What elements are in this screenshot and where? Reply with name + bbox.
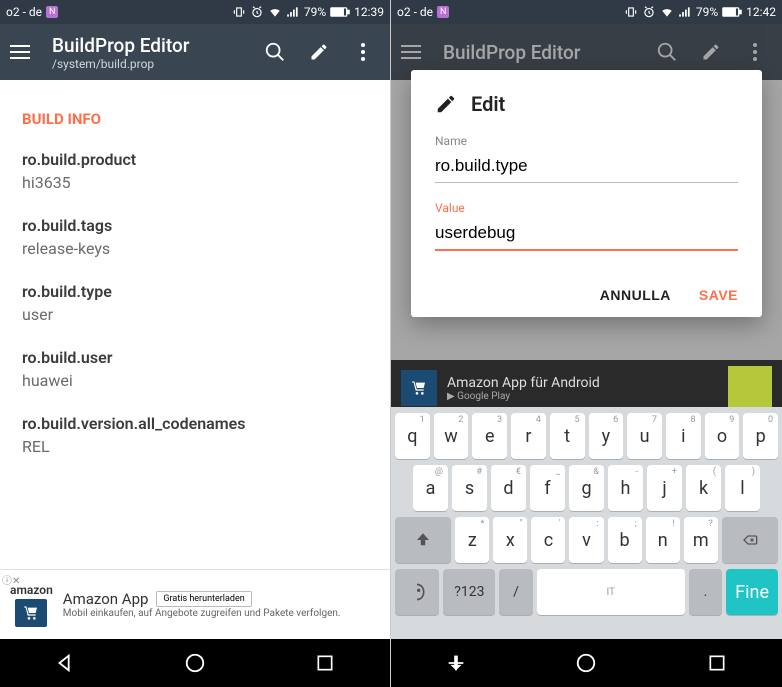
notification-badge: N bbox=[46, 6, 58, 18]
recent-button[interactable] bbox=[312, 650, 338, 676]
wifi-icon bbox=[660, 5, 674, 19]
key-y[interactable]: y6 bbox=[589, 413, 624, 459]
cancel-button[interactable]: ANNULLA bbox=[600, 287, 671, 303]
menu-icon[interactable] bbox=[10, 40, 34, 64]
key-p[interactable]: p0 bbox=[743, 413, 778, 459]
signal-icon bbox=[678, 5, 692, 19]
key-k[interactable]: k( bbox=[686, 465, 721, 511]
key-n[interactable]: n! bbox=[646, 517, 680, 563]
key-j[interactable]: j+ bbox=[647, 465, 682, 511]
dialog-title: Edit bbox=[471, 92, 505, 116]
backspace-key[interactable] bbox=[722, 517, 778, 563]
ad-subtitle: ▶ Google Play bbox=[447, 391, 728, 402]
status-bar: o2 - de N 79% 12:39 bbox=[0, 0, 390, 24]
ad-close-icon[interactable]: ⓘ✕ bbox=[2, 572, 20, 587]
key-b[interactable]: b; bbox=[608, 517, 642, 563]
save-button[interactable]: SAVE bbox=[699, 287, 738, 303]
nav-bar bbox=[0, 639, 390, 687]
back-button[interactable] bbox=[52, 650, 78, 676]
ad-title: Amazon App für Android bbox=[447, 375, 728, 391]
home-button[interactable] bbox=[573, 650, 599, 676]
overflow-icon[interactable] bbox=[352, 41, 374, 63]
key-u[interactable]: u7 bbox=[627, 413, 662, 459]
key-q[interactable]: q1 bbox=[395, 413, 430, 459]
period-key[interactable]: . bbox=[689, 569, 722, 615]
key-x[interactable]: x" bbox=[493, 517, 527, 563]
key-e[interactable]: e3 bbox=[472, 413, 507, 459]
key-i[interactable]: i8 bbox=[666, 413, 701, 459]
alarm-icon bbox=[250, 5, 264, 19]
back-button[interactable] bbox=[443, 650, 469, 676]
notification-badge: N bbox=[437, 6, 449, 18]
shift-key[interactable] bbox=[395, 517, 451, 563]
download-icon[interactable] bbox=[728, 366, 772, 410]
nav-bar bbox=[391, 639, 782, 687]
clock-label: 12:42 bbox=[746, 5, 776, 19]
key-f[interactable]: f_ bbox=[530, 465, 565, 511]
status-bar: o2 - de N 79% 12:42 bbox=[391, 0, 782, 24]
value-label: Value bbox=[435, 201, 738, 215]
battery-label: 79% bbox=[304, 5, 326, 19]
battery-icon bbox=[330, 6, 350, 18]
key-o[interactable]: o9 bbox=[705, 413, 740, 459]
ad-cta-button[interactable]: Gratis herunterladen bbox=[156, 591, 251, 607]
ad-subtitle: Mobil einkaufen, auf Angebote zugreifen … bbox=[63, 608, 380, 620]
space-key[interactable]: IT bbox=[537, 569, 685, 615]
recent-button[interactable] bbox=[704, 650, 730, 676]
carrier-label: o2 - de bbox=[6, 5, 42, 19]
emoji-key[interactable] bbox=[395, 569, 439, 615]
property-list[interactable]: BUILD INFO ro.build.producthi3635 ro.bui… bbox=[0, 80, 390, 569]
key-h[interactable]: h- bbox=[608, 465, 643, 511]
done-key[interactable]: Fine bbox=[726, 569, 778, 615]
cart-icon bbox=[15, 599, 47, 627]
cart-icon bbox=[401, 370, 437, 406]
name-label: Name bbox=[435, 134, 738, 148]
name-field[interactable] bbox=[435, 152, 738, 183]
battery-icon bbox=[722, 6, 742, 18]
home-button[interactable] bbox=[182, 650, 208, 676]
list-item[interactable]: ro.build.producthi3635 bbox=[22, 150, 368, 192]
key-m[interactable]: m? bbox=[684, 517, 718, 563]
key-a[interactable]: a@ bbox=[413, 465, 448, 511]
wifi-icon bbox=[268, 5, 282, 19]
list-item[interactable]: ro.build.tagsrelease-keys bbox=[22, 216, 368, 258]
alarm-icon bbox=[642, 5, 656, 19]
pencil-icon bbox=[435, 93, 457, 115]
clock-label: 12:39 bbox=[354, 5, 384, 19]
screen-list-view: o2 - de N 79% 12:39 BuildProp Editor /sy… bbox=[0, 0, 391, 687]
key-v[interactable]: v: bbox=[569, 517, 603, 563]
key-g[interactable]: g& bbox=[569, 465, 604, 511]
key-z[interactable]: z* bbox=[455, 517, 489, 563]
vibrate-icon bbox=[624, 5, 638, 19]
ad-logo: amazon bbox=[10, 583, 53, 627]
list-item[interactable]: ro.build.userhuawei bbox=[22, 348, 368, 390]
list-item[interactable]: ro.build.typeuser bbox=[22, 282, 368, 324]
soft-keyboard: q1w2e3r4t5y6u7i8o9p0 a@s#d€f_g&h-j+k(l) … bbox=[391, 407, 782, 639]
edit-dialog: Edit Name Value ANNULLA SAVE bbox=[411, 70, 762, 317]
search-icon[interactable] bbox=[264, 41, 286, 63]
app-subtitle: /system/build.prop bbox=[52, 57, 189, 71]
key-d[interactable]: d€ bbox=[491, 465, 526, 511]
edit-icon[interactable] bbox=[308, 41, 330, 63]
battery-label: 79% bbox=[696, 5, 718, 19]
carrier-label: o2 - de bbox=[397, 5, 433, 19]
screen-edit-dialog: o2 - de N 79% 12:42 BuildProp Editor Ama… bbox=[391, 0, 782, 687]
app-toolbar: BuildProp Editor /system/build.prop bbox=[0, 24, 390, 80]
signal-icon bbox=[286, 5, 300, 19]
ad-banner[interactable]: ⓘ✕ amazon Amazon App Gratis herunterlade… bbox=[0, 569, 390, 639]
key-c[interactable]: c' bbox=[531, 517, 565, 563]
key-w[interactable]: w2 bbox=[434, 413, 469, 459]
key-t[interactable]: t5 bbox=[550, 413, 585, 459]
vibrate-icon bbox=[232, 5, 246, 19]
key-r[interactable]: r4 bbox=[511, 413, 546, 459]
symbols-key[interactable]: ?123 bbox=[443, 569, 495, 615]
key-s[interactable]: s# bbox=[452, 465, 487, 511]
ad-title: Amazon App bbox=[63, 590, 149, 608]
value-field[interactable] bbox=[435, 219, 738, 251]
app-title: BuildProp Editor bbox=[52, 34, 189, 57]
section-header: BUILD INFO bbox=[22, 110, 368, 128]
list-item[interactable]: ro.build.version.all_codenamesREL bbox=[22, 414, 368, 456]
slash-key[interactable]: / bbox=[499, 569, 532, 615]
key-l[interactable]: l) bbox=[725, 465, 760, 511]
